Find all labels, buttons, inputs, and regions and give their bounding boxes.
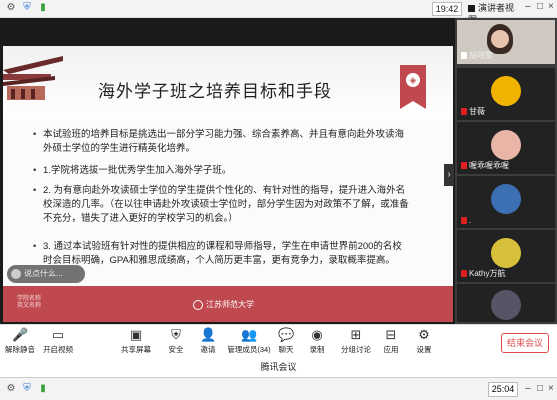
slide-footer: 学院名称 英文名称 江苏师范大学	[3, 286, 453, 322]
school-emblem-icon: ◈	[406, 73, 420, 87]
top-status-bar: ⚙ ⛨ ▮ 19:42 演讲者视图▾ – □ ×	[0, 0, 557, 25]
participant-name: 甘薇	[461, 106, 485, 117]
badge-notch	[400, 101, 426, 109]
elapsed-time: 19:42	[432, 2, 462, 16]
maximize-icon[interactable]: □	[537, 383, 543, 394]
slide-title: 海外学子班之培养目标和手段	[98, 82, 332, 101]
slide-body: 本试验班的培养目标是挑选出一部分学习能力强、综合素养高、并且有意向赴外攻读海外硕…	[3, 120, 453, 286]
meeting-window-title: 腾讯会议	[0, 358, 557, 376]
shield-icon[interactable]: ⛨	[22, 3, 32, 13]
avatar	[491, 130, 521, 160]
participant-name: 胡晓黎	[461, 50, 493, 61]
participant-tile[interactable]: Kathy万航	[457, 230, 555, 282]
university-seal-icon	[193, 299, 203, 310]
maximize-icon[interactable]: □	[537, 1, 543, 12]
mic-muted-icon	[461, 217, 467, 225]
mic-icon	[461, 52, 467, 60]
temple-illustration-icon	[3, 56, 63, 100]
close-icon[interactable]: ×	[548, 383, 554, 394]
mic-muted-icon: 🎤	[12, 327, 29, 342]
collapse-panel-arrow[interactable]: ›	[444, 164, 454, 186]
mic-muted-icon	[461, 162, 467, 170]
add-user-icon: 👤	[200, 327, 217, 342]
bullet-item: 本试验班的培养目标是挑选出一部分学习能力强、综合素养高、并且有意向赴外攻读海外硕…	[33, 128, 411, 156]
monitor-icon: ▣	[129, 327, 143, 342]
bullet-item: 1.学院将选拔一批优秀学生加入海外学子班。	[33, 164, 411, 178]
gear-icon: ⚙	[418, 327, 430, 342]
participant-panel: 胡晓黎 甘薇 喔乖喔乖喔 . Kathy万航	[455, 18, 557, 324]
speaker-view-button[interactable]: 演讲者视图▾	[468, 2, 520, 25]
participant-tile[interactable]: 胡晓黎	[457, 20, 555, 64]
participant-name: .	[461, 216, 471, 225]
chat-input-pill[interactable]: 说点什么...	[7, 265, 85, 283]
unmute-button[interactable]: 🎤 解除静音	[0, 328, 40, 355]
users-icon: 👥	[241, 327, 258, 342]
minimize-icon[interactable]: –	[525, 383, 531, 394]
breakout-icon: ⊞	[350, 327, 362, 342]
settings-button[interactable]: ⚙ 设置	[404, 328, 444, 355]
school-badge: ◈	[400, 65, 426, 109]
mic-muted-icon	[461, 108, 467, 116]
taskbar: ⚙ ⛨ ▮ 25:04 – □ ×	[0, 377, 557, 400]
avatar	[491, 76, 521, 106]
chat-bubble-icon	[11, 268, 21, 279]
bullet-item: 2. 为有意向赴外攻读硕士学位的学生提供个性化的、有针对性的指导，提升进入海外名…	[33, 184, 411, 226]
face	[491, 30, 509, 48]
footer-university: 江苏师范大学	[193, 299, 254, 310]
chat-icon: 💬	[278, 327, 295, 342]
grid-icon	[468, 5, 475, 13]
minimize-icon[interactable]: –	[525, 1, 531, 12]
mic-muted-icon	[461, 270, 467, 278]
camera-icon: ▭	[51, 327, 65, 342]
footer-school-name: 学院名称 英文名称	[17, 296, 42, 309]
participant-tile[interactable]	[457, 284, 555, 322]
participant-name: Kathy万航	[461, 268, 505, 279]
participant-tile[interactable]: .	[457, 176, 555, 228]
bullet-item: 3. 通过本试验班有针对性的提供相应的课程和导师指导，学生在申请世界前200的名…	[33, 240, 411, 268]
settings-icon[interactable]: ⚙	[6, 384, 16, 394]
apps-icon: ⊟	[385, 327, 397, 342]
share-screen-button[interactable]: ▣ 共享屏幕	[116, 328, 156, 355]
participant-tile[interactable]: 喔乖喔乖喔	[457, 122, 555, 174]
record-icon: ◉	[311, 327, 323, 342]
participant-tile[interactable]: 甘薇	[457, 68, 555, 120]
end-meeting-button[interactable]: 结束会议	[501, 333, 549, 353]
taskbar-time: 25:04	[488, 382, 518, 397]
slide-header: 海外学子班之培养目标和手段 ◈	[3, 46, 453, 120]
chat-placeholder: 说点什么...	[24, 269, 63, 278]
close-icon[interactable]: ×	[548, 1, 554, 12]
breakout-button[interactable]: ⊞ 分组讨论	[336, 328, 376, 355]
settings-icon[interactable]: ⚙	[6, 3, 16, 13]
avatar	[491, 290, 521, 320]
record-button[interactable]: ◉ 录制	[297, 328, 337, 355]
shield-icon[interactable]: ⛨	[22, 384, 32, 394]
signal-icon: ▮	[40, 383, 46, 394]
participant-name: 喔乖喔乖喔	[461, 160, 509, 171]
avatar	[491, 184, 521, 214]
start-video-button[interactable]: ▭ 开启视频	[38, 328, 78, 355]
meeting-toolbar: 🎤 解除静音 ▭ 开启视频 ▣ 共享屏幕 ⛨ 安全 👤 邀请 👥 管理成员(34) 💬 聊天 …	[0, 324, 557, 359]
university-name: 江苏师范大学	[206, 300, 254, 309]
invite-button[interactable]: 👤 邀请	[188, 328, 228, 355]
signal-icon: ▮	[40, 2, 46, 13]
shield-icon: ⛨	[171, 327, 181, 342]
avatar	[491, 238, 521, 268]
shared-screen-area: 海外学子班之培养目标和手段 ◈ 本试验班的培养目标是挑选出一部分学习能力强、综合…	[0, 18, 455, 324]
